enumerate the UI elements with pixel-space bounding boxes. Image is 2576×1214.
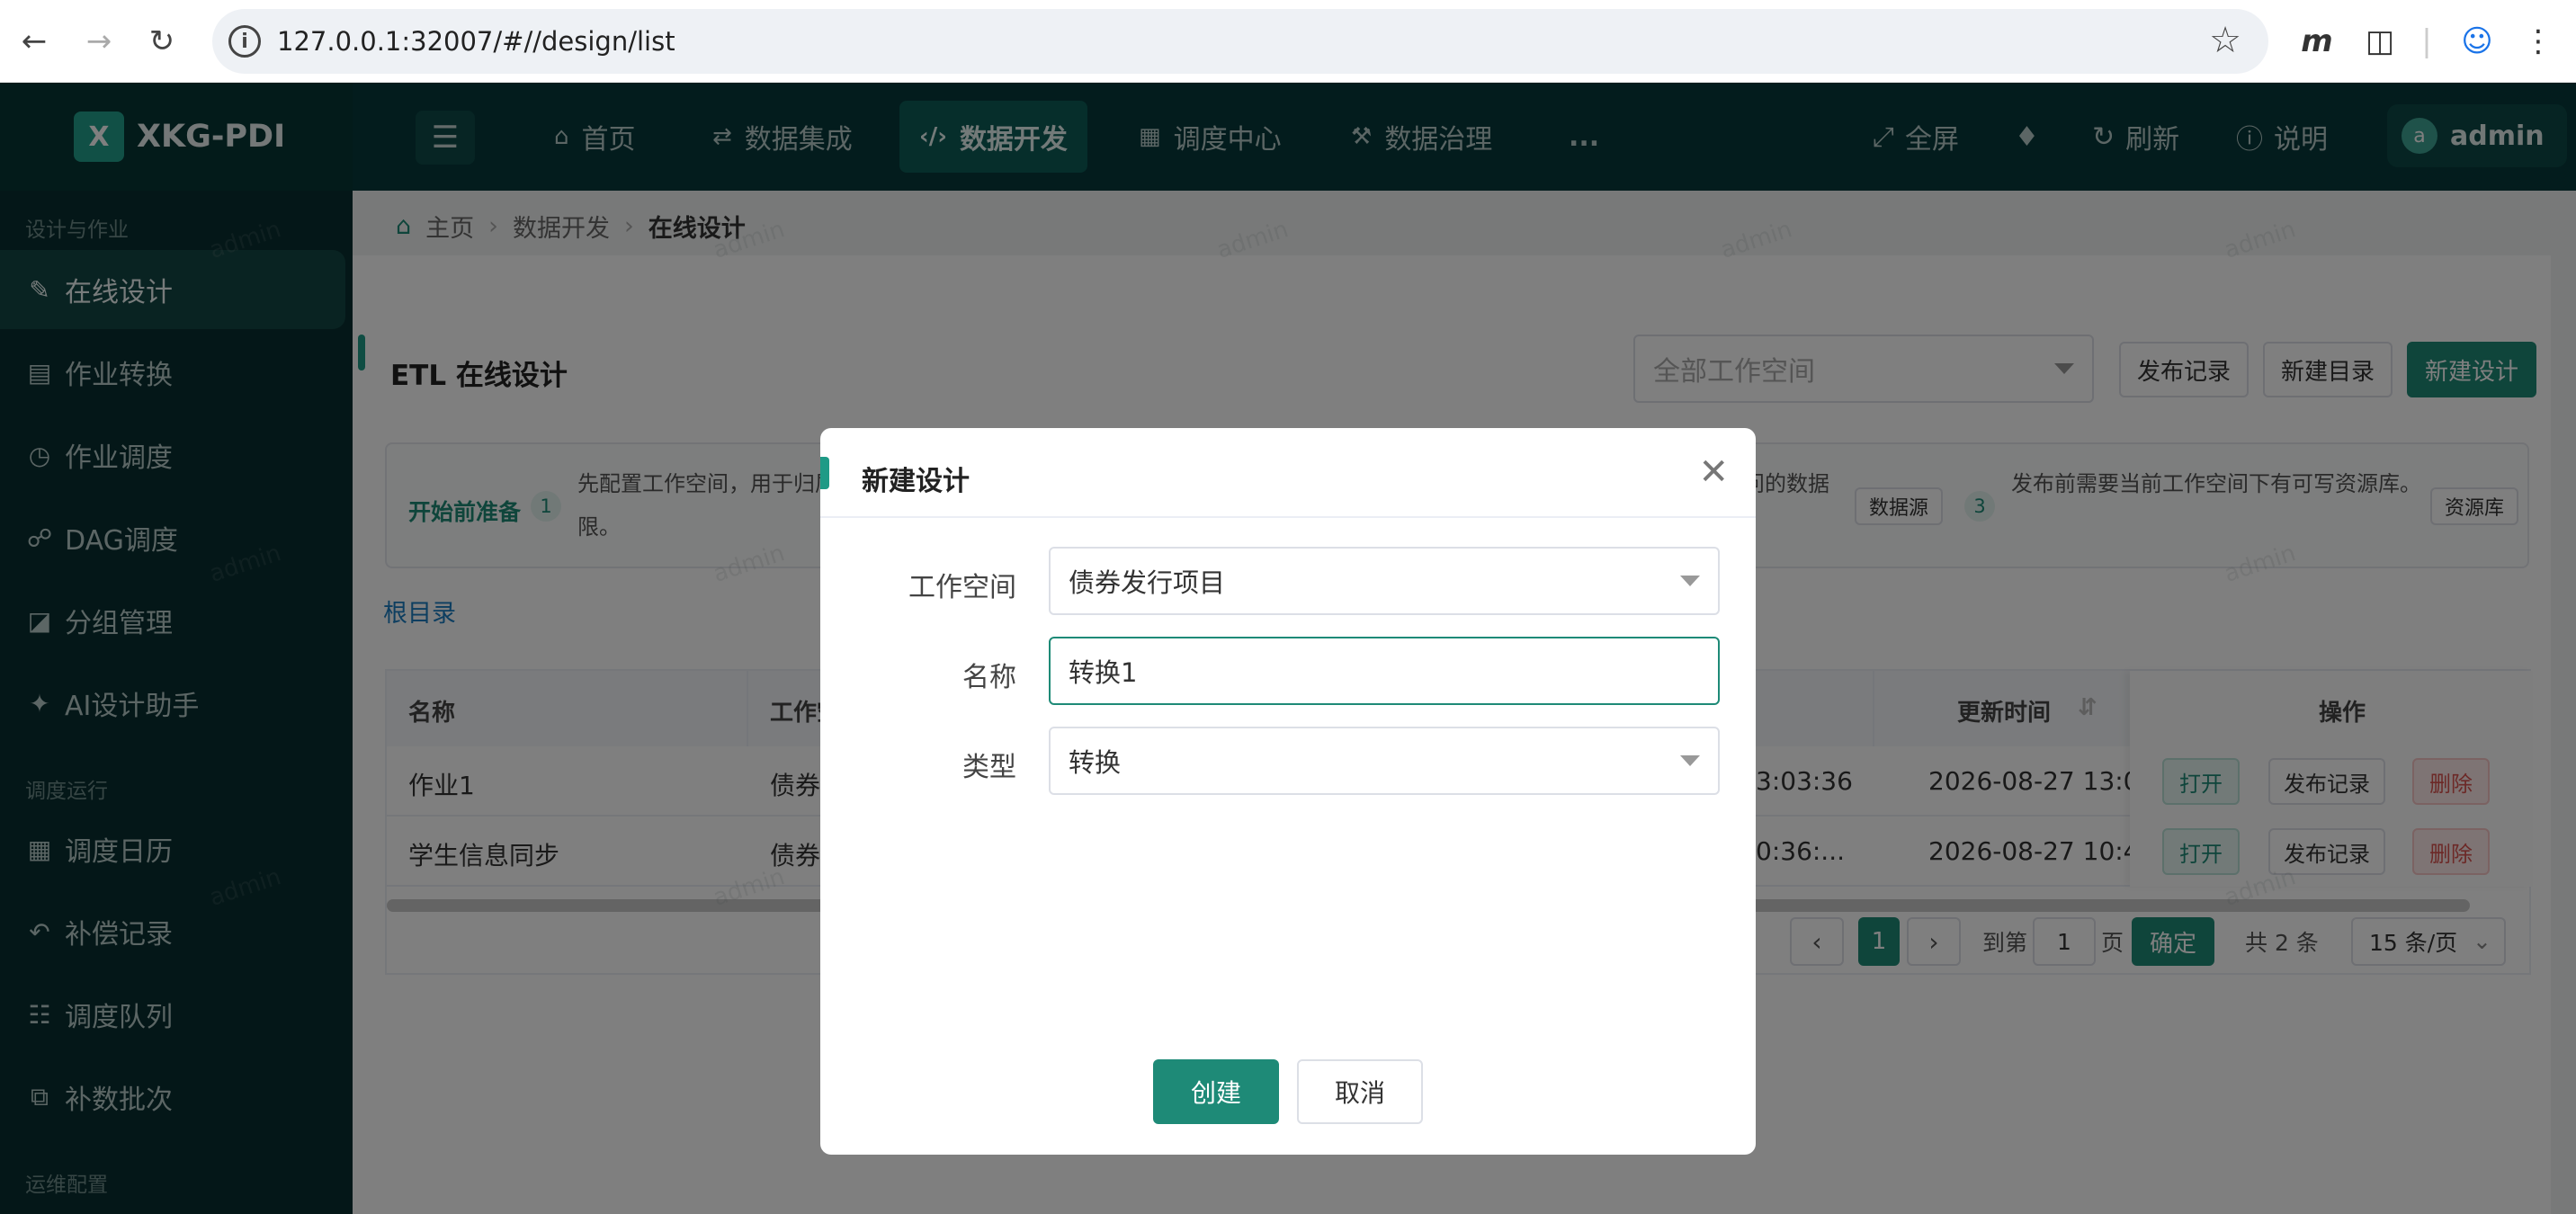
- name-input[interactable]: 转换1: [1049, 637, 1720, 705]
- toolbar-divider: |: [2421, 23, 2432, 59]
- workspace-select[interactable]: 债券发行项目: [1049, 547, 1720, 615]
- workspace-select-value: 债券发行项目: [1069, 567, 1226, 598]
- type-select-value: 转换: [1069, 747, 1122, 778]
- dialog-title: 新建设计: [862, 466, 970, 497]
- bookmark-star-icon[interactable]: ☆: [2209, 20, 2241, 61]
- browser-toolbar: ← → ↻ i 127.0.0.1:32007/#//design/list ☆…: [0, 0, 2576, 83]
- cancel-button[interactable]: 取消: [1297, 1059, 1423, 1124]
- extensions-puzzle-icon[interactable]: ◫: [2355, 16, 2405, 67]
- url-text[interactable]: 127.0.0.1:32007/#//design/list: [277, 26, 675, 57]
- back-icon[interactable]: ←: [9, 16, 59, 67]
- reload-icon[interactable]: ↻: [137, 16, 187, 67]
- close-icon[interactable]: ✕: [1698, 451, 1729, 493]
- dialog-header: 新建设计 ✕: [820, 428, 1756, 518]
- name-label: 名称: [962, 662, 1016, 693]
- caret-down-icon: [1680, 576, 1700, 586]
- workspace-label: 工作空间: [908, 572, 1016, 603]
- type-label: 类型: [962, 752, 1016, 783]
- create-button[interactable]: 创建: [1153, 1059, 1279, 1124]
- browser-menu-icon[interactable]: ⋮: [2513, 16, 2563, 67]
- extension-m-icon[interactable]: m: [2292, 16, 2342, 67]
- profile-icon[interactable]: ☺: [2452, 16, 2502, 67]
- site-info-icon[interactable]: i: [228, 25, 261, 58]
- address-bar[interactable]: i 127.0.0.1:32007/#//design/list ☆: [212, 9, 2268, 74]
- new-design-dialog: 新建设计 ✕ 工作空间 债券发行项目 名称 转换1 类型 转换 创建 取消: [820, 428, 1756, 1155]
- type-select[interactable]: 转换: [1049, 727, 1720, 795]
- dialog-title-accent: [820, 457, 829, 489]
- forward-icon[interactable]: →: [74, 16, 124, 67]
- caret-down-icon: [1680, 755, 1700, 766]
